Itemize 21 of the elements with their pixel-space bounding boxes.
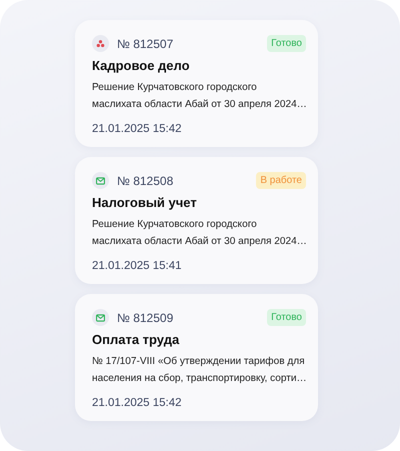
document-date: 21.01.2025 15:41: [92, 260, 183, 272]
document-card[interactable]: № 812508 В работе Налоговый учет Решение Курчатовского городского маслихата области Абай от 30 апреля 2024… 21.01.2025 15:41: [75, 157, 318, 284]
document-description: Решение Курчатовского городского маслихата области Абай от 30 апреля 2024…: [92, 218, 307, 249]
document-date: 21.01.2025 15:42: [92, 397, 183, 409]
document-number: № 812507: [117, 36, 174, 50]
document-date: 21.01.2025 15:42: [92, 123, 183, 135]
mail-icon: [96, 314, 105, 322]
document-description: № 17/107-VIII «Об утверждении тарифов для населения на сбор, транспортировку, сорти…: [92, 355, 307, 386]
status-badge: Готово: [267, 309, 306, 326]
document-card[interactable]: № 812509 Готово Оплата труда № 17/107-VIII «Об утверждении тарифов для населения на сбор, транспортировку, сорти… 21.01.2025 15:42: [75, 294, 318, 421]
mail-icon: [96, 176, 105, 184]
status-badge: В работе: [256, 172, 306, 189]
people-icon: [96, 39, 105, 48]
document-number: № 812508: [117, 174, 174, 188]
status-badge: Готово: [267, 35, 306, 52]
document-title: Оплата труда: [92, 332, 180, 347]
document-description: Решение Курчатовского городского маслихата области Абай от 30 апреля 2024…: [92, 81, 307, 112]
document-title: Налоговый учет: [92, 195, 198, 210]
document-title: Кадровое дело: [92, 58, 191, 73]
document-number: № 812509: [117, 310, 174, 324]
document-card[interactable]: № 812507 Готово Кадровое дело Решение Курчатовского городского маслихата области Абай от 30 апреля 2024… 21.01.2025 15:42: [75, 20, 318, 147]
